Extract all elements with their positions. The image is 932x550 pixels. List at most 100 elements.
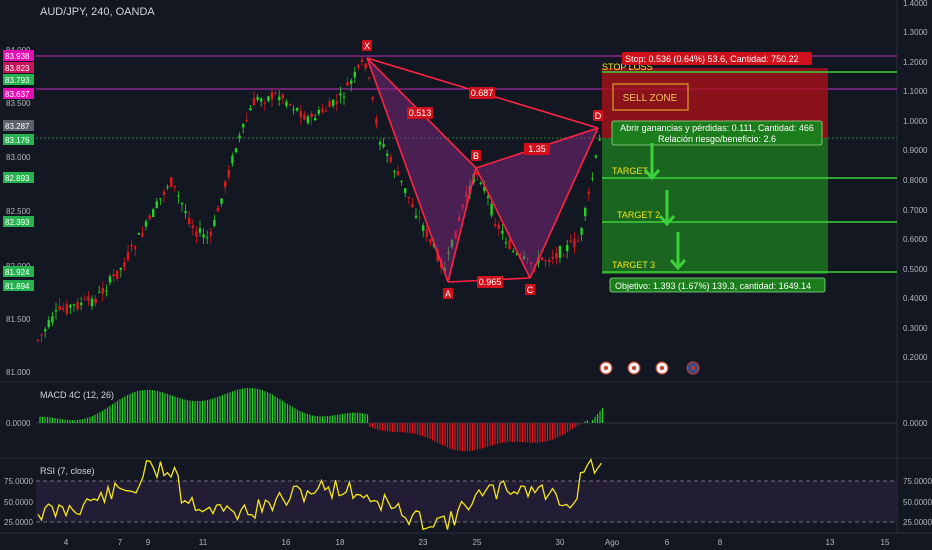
pattern-point-label: C — [527, 285, 534, 295]
event-icon-dot — [604, 366, 608, 370]
candle-body — [425, 229, 428, 238]
candle-body — [328, 100, 331, 107]
candle-body — [544, 260, 547, 262]
right-axis-tick: 1.0000 — [903, 117, 928, 126]
right-axis-tick: 0.9000 — [903, 146, 928, 155]
candle-body — [353, 72, 356, 78]
candle-body — [206, 237, 209, 239]
candle-body — [285, 101, 288, 106]
candle-body — [234, 148, 238, 153]
sell-zone-label: SELL ZONE — [623, 93, 678, 104]
pattern-point-label: B — [473, 151, 479, 161]
candle-body — [393, 171, 396, 173]
candle-body — [335, 101, 338, 105]
candle-body — [134, 246, 137, 250]
candle-body — [551, 256, 554, 259]
objective-label: Objetivo: 1.393 (1.67%) 139.3, cantidad:… — [615, 281, 811, 291]
candle-body — [116, 270, 119, 279]
stop-info-label: Stop: 0.536 (0.64%) 53.6, Cantidad: 750.… — [625, 54, 799, 64]
rsi-axis-tick: 75.0000 — [903, 477, 932, 486]
right-axis-tick: 1.3000 — [903, 28, 928, 37]
candle-body — [501, 230, 504, 234]
candle-body — [159, 198, 162, 200]
candle-body — [267, 96, 270, 101]
candle-body — [407, 196, 410, 199]
target-label: TARGET 3 — [612, 260, 655, 270]
macd-axis-tick: 0.0000 — [903, 419, 928, 428]
candle-body — [378, 142, 382, 145]
left-axis-tick: 81.000 — [6, 368, 31, 377]
ratio-label: 0.513 — [409, 108, 432, 118]
candle-body — [173, 185, 176, 188]
candle-body — [562, 255, 565, 257]
candle-body — [72, 304, 76, 306]
candle-body — [274, 93, 277, 95]
candle-body — [65, 304, 68, 314]
candle-body — [404, 188, 407, 194]
candle-body — [58, 305, 61, 310]
candle-body — [598, 139, 601, 141]
candle-body — [364, 63, 367, 69]
candle-body — [76, 301, 79, 310]
right-axis-tick: 0.5000 — [903, 265, 928, 274]
candle-body — [80, 302, 83, 306]
price-tag-label: 82.893 — [5, 174, 30, 183]
candle-body — [371, 96, 374, 100]
candle-body — [216, 207, 220, 212]
event-icon-dot — [632, 366, 636, 370]
candle-body — [202, 234, 205, 238]
candle-body — [587, 191, 590, 194]
price-tag-label: 83.938 — [5, 52, 30, 61]
right-axis-tick: 0.6000 — [903, 235, 928, 244]
candle-body — [346, 82, 349, 86]
candle-body — [141, 233, 144, 237]
candle-body — [105, 290, 108, 292]
candle-body — [368, 77, 371, 79]
candle-body — [278, 96, 281, 101]
candle-body — [591, 178, 594, 180]
candle-body — [566, 245, 569, 252]
candle-body — [414, 215, 418, 218]
candle-body — [580, 227, 583, 235]
candle-body — [188, 217, 191, 225]
candle-body — [479, 182, 482, 184]
candle-body — [314, 117, 317, 121]
target-label: TARGET — [612, 166, 648, 176]
candle-body — [375, 118, 378, 125]
candle-body — [292, 109, 295, 111]
candle-body — [317, 110, 320, 114]
rsi-axis-tick-left: 75.0000 — [4, 477, 33, 486]
price-tag-label: 82.393 — [5, 218, 30, 227]
date-tick: 13 — [826, 538, 835, 547]
right-axis-tick: 0.3000 — [903, 324, 928, 333]
candle-body — [569, 240, 572, 243]
left-axis-tick: 82.500 — [6, 207, 31, 216]
candle-body — [486, 196, 490, 199]
date-tick: 11 — [199, 538, 208, 547]
candle-body — [360, 59, 364, 62]
rsi-axis-tick-left: 50.0000 — [4, 498, 33, 507]
ratio-label: 0.965 — [479, 277, 502, 287]
date-tick: Ago — [605, 538, 620, 547]
candle-body — [101, 287, 104, 294]
candle-body — [148, 215, 151, 219]
candle-body — [180, 203, 184, 205]
candle-body — [69, 304, 72, 308]
rsi-axis-tick: 25.0000 — [903, 518, 932, 527]
candle-body — [238, 135, 241, 139]
candle-body — [490, 204, 493, 216]
candle-body — [209, 231, 212, 236]
candle-body — [184, 211, 187, 214]
candle-body — [418, 216, 421, 218]
date-tick: 23 — [419, 538, 428, 547]
date-tick: 8 — [718, 538, 723, 547]
candle-body — [249, 108, 252, 111]
right-axis-tick: 0.4000 — [903, 294, 928, 303]
price-tag-label: 83.637 — [5, 90, 30, 99]
candle-body — [281, 94, 284, 99]
candle-body — [144, 221, 148, 227]
candle-body — [555, 252, 558, 259]
price-chart[interactable]: 84.00083.50083.00082.50082.00081.50081.0… — [0, 0, 932, 550]
candle-body — [422, 225, 425, 231]
candle-body — [396, 171, 400, 176]
